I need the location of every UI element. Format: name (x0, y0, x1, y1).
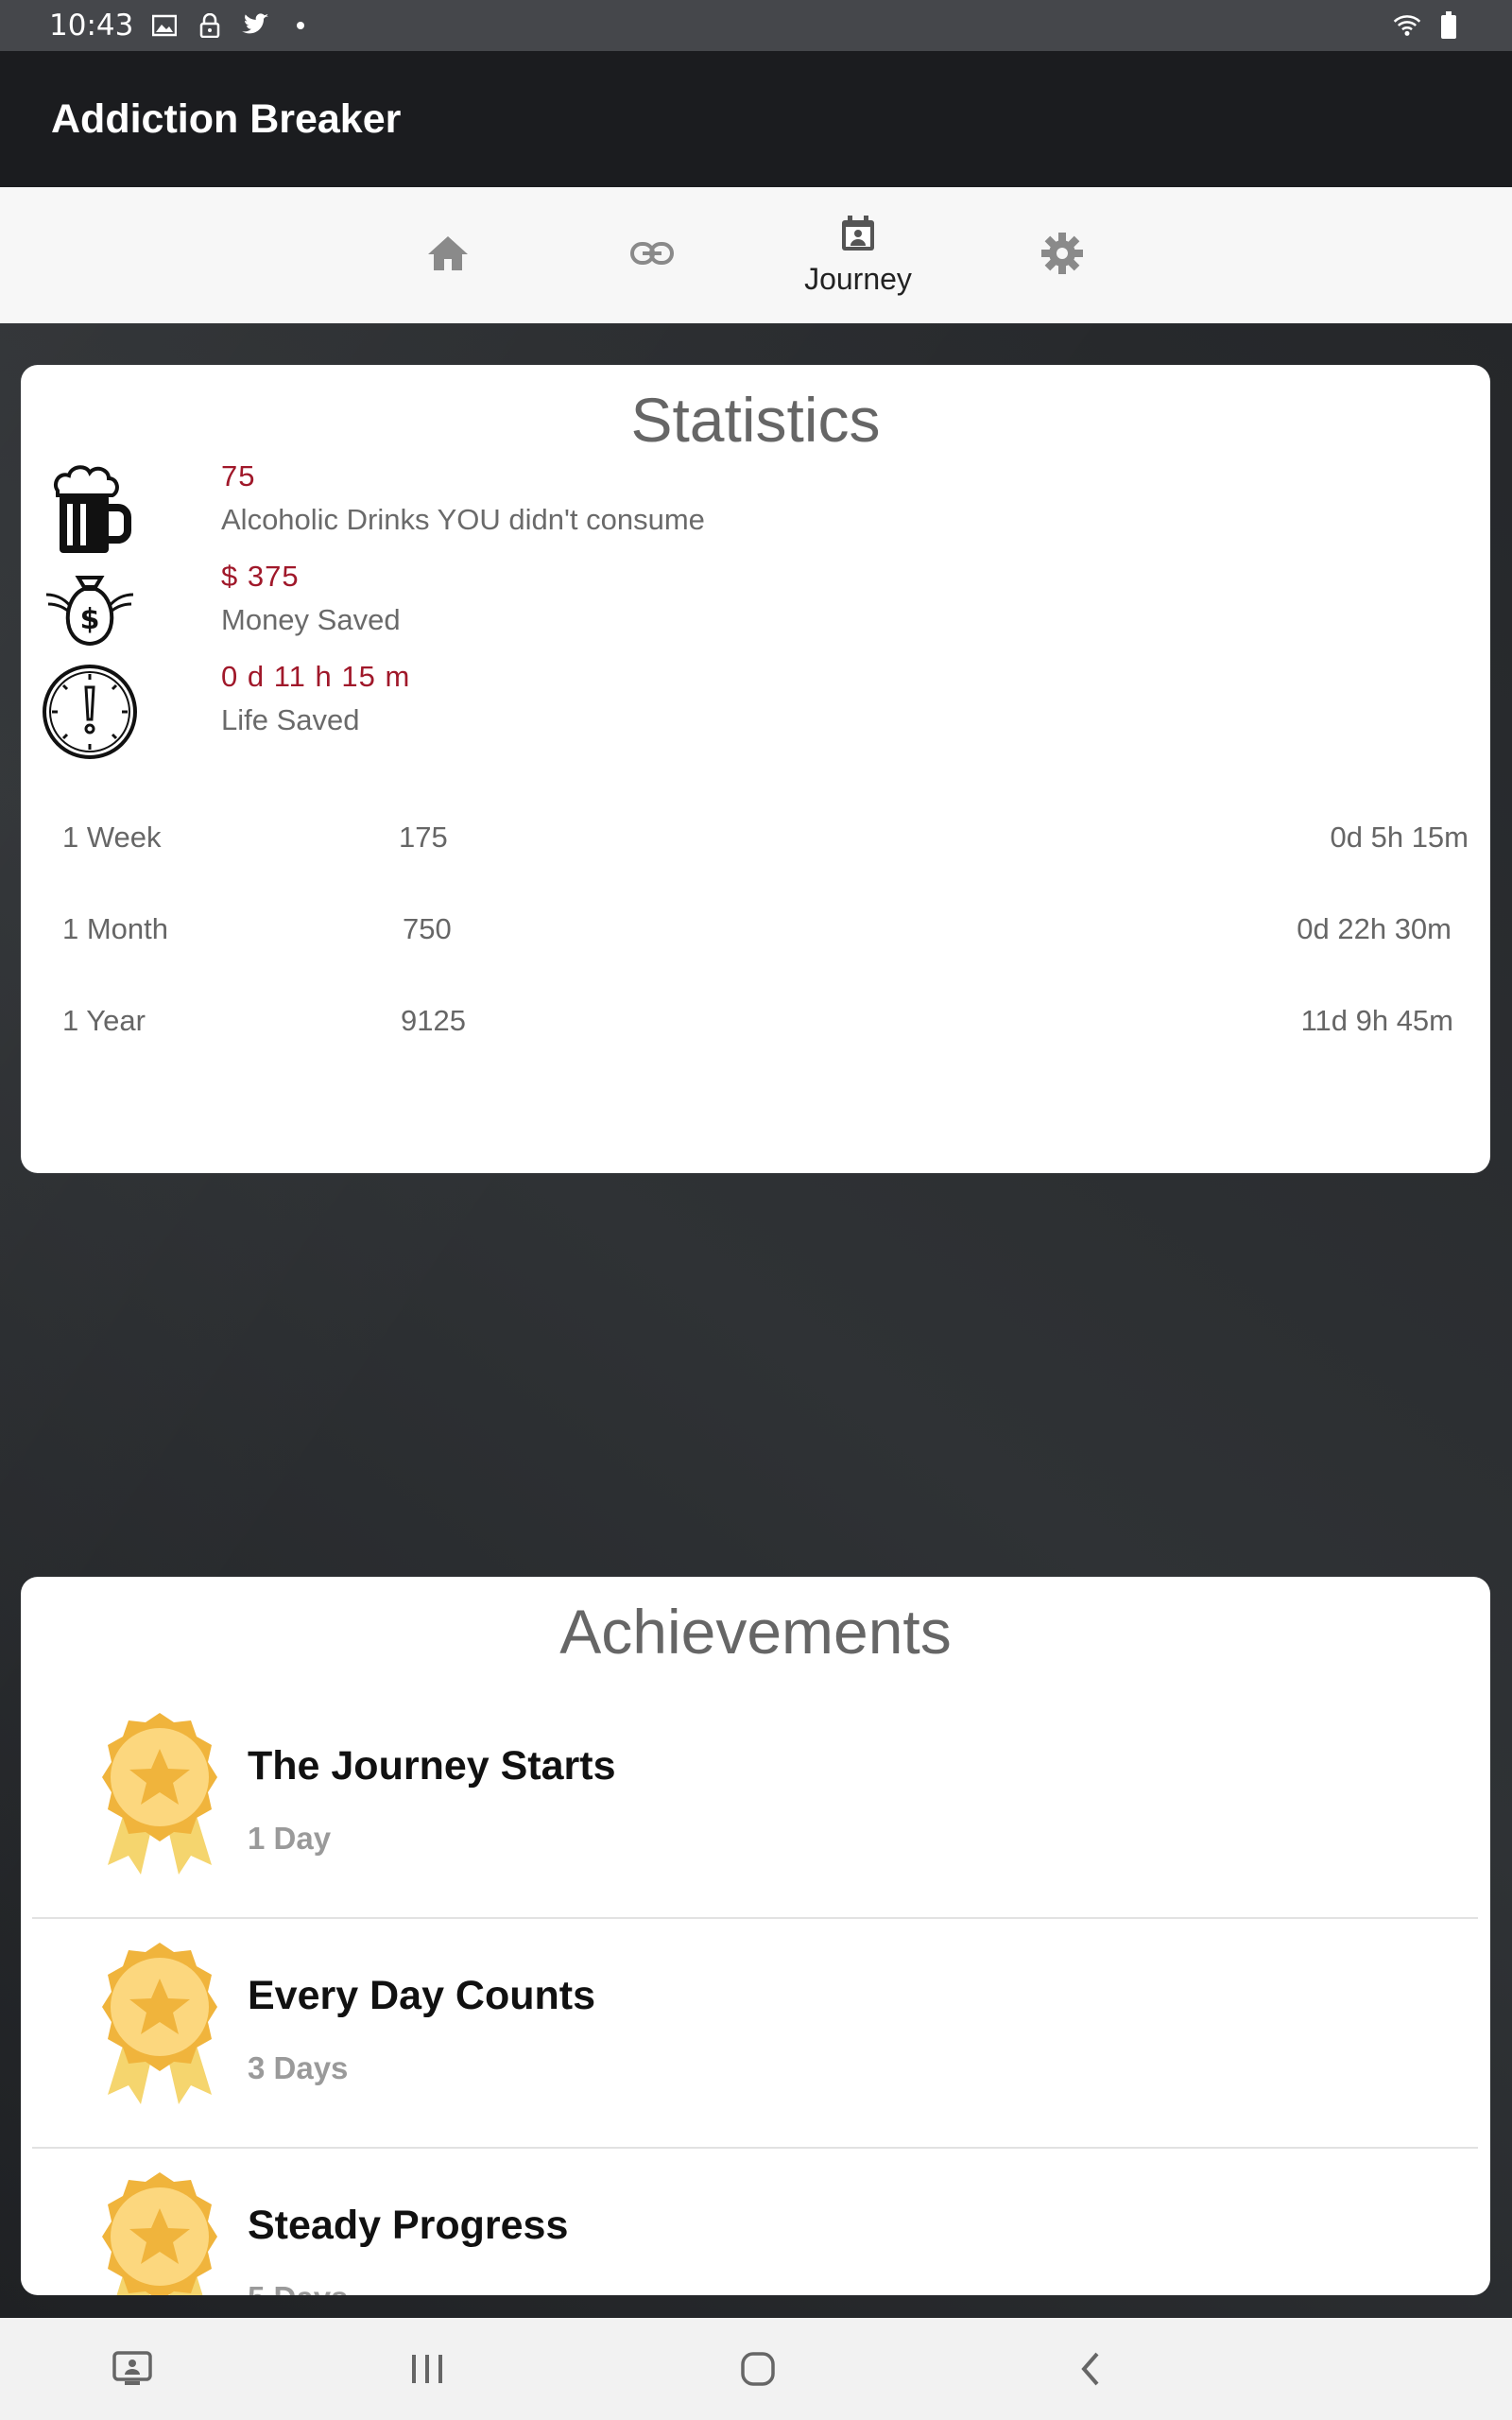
projection-period: 1 Week (62, 821, 162, 854)
app-bar: Addiction Breaker (0, 51, 1512, 187)
achievement-title: Every Day Counts (248, 1973, 596, 2018)
tab-home[interactable] (363, 187, 533, 323)
projection-period: 1 Year (62, 1004, 146, 1037)
tab-bar: Journey (0, 187, 1512, 323)
stat-row-money: $ $ 375 Money Saved (38, 560, 401, 664)
gear-icon (1040, 232, 1084, 279)
projection-count: 175 (399, 821, 448, 854)
lock-icon (196, 11, 224, 40)
status-time: 10:43 (49, 9, 134, 43)
money-value: $ 375 (221, 560, 300, 593)
achievement-title: Steady Progress (248, 2203, 569, 2248)
beer-mug-icon (38, 459, 142, 563)
achievement-title: The Journey Starts (248, 1743, 616, 1789)
projection-time: 11d 9h 45m (1300, 1004, 1453, 1037)
tab-link[interactable] (567, 187, 737, 323)
projection-count: 750 (403, 912, 452, 945)
achievements-card: Achievements The Journey Starts 1 Day Ev… (21, 1577, 1490, 2295)
projection-count: 9125 (401, 1004, 466, 1037)
link-icon (629, 241, 675, 269)
projection-time: 0d 22h 30m (1297, 912, 1452, 945)
statistics-title: Statistics (630, 385, 881, 455)
stat-row-life: 0 d 11 h 15 m Life Saved (38, 660, 409, 764)
stat-row-drinks: 75 Alcoholic Drinks YOU didn't consume (38, 459, 705, 563)
projection-row: 1 Week 175 0d 5h 15m (42, 821, 1487, 868)
achievement-item[interactable]: Steady Progress 5 Days (32, 2150, 1478, 2295)
journey-calendar-icon (840, 215, 876, 256)
clock-alert-icon (38, 660, 142, 764)
tab-settings[interactable] (977, 187, 1147, 323)
image-icon (150, 11, 179, 40)
achievement-item[interactable]: Every Day Counts 3 Days (32, 1920, 1478, 2149)
achievement-subtitle: 5 Days (248, 2280, 348, 2295)
wifi-icon (1393, 11, 1421, 40)
app-title: Addiction Breaker (51, 95, 402, 142)
money-bag-wings-icon: $ (38, 560, 142, 664)
medal-icon (89, 1939, 231, 2109)
status-bar: 10:43 (0, 0, 1512, 51)
svg-text:$: $ (80, 603, 100, 636)
home-icon (426, 234, 470, 276)
achievements-title: Achievements (559, 1597, 952, 1667)
battery-icon (1435, 11, 1463, 40)
achievement-subtitle: 3 Days (248, 2050, 349, 2085)
dot-icon (286, 11, 315, 40)
drinks-label: Alcoholic Drinks YOU didn't consume (221, 503, 705, 536)
achievement-item[interactable]: The Journey Starts 1 Day (32, 1690, 1478, 1919)
life-label: Life Saved (221, 703, 360, 736)
projection-row: 1 Year 9125 11d 9h 45m (42, 1004, 1487, 1051)
tab-journey-label: Journey (804, 261, 912, 296)
twitter-icon (241, 11, 269, 40)
projection-time: 0d 5h 15m (1330, 821, 1469, 854)
recents-icon[interactable] (399, 2341, 455, 2397)
drinks-value: 75 (221, 459, 256, 493)
projection-row: 1 Month 750 0d 22h 30m (42, 912, 1487, 959)
achievement-subtitle: 1 Day (248, 1821, 332, 1856)
tab-journey[interactable]: Journey (773, 187, 943, 323)
system-nav-bar (0, 2318, 1512, 2420)
projection-period: 1 Month (62, 912, 169, 945)
statistics-card: Statistics 75 Alcoholic Drinks YOU didn'… (21, 365, 1490, 1173)
home-button-icon[interactable] (730, 2341, 786, 2397)
medal-icon (89, 1709, 231, 1879)
medal-icon (89, 2169, 231, 2295)
money-label: Money Saved (221, 603, 401, 636)
life-value: 0 d 11 h 15 m (221, 660, 411, 693)
back-icon[interactable] (1062, 2341, 1119, 2397)
recent-screen-icon[interactable] (104, 2341, 161, 2397)
